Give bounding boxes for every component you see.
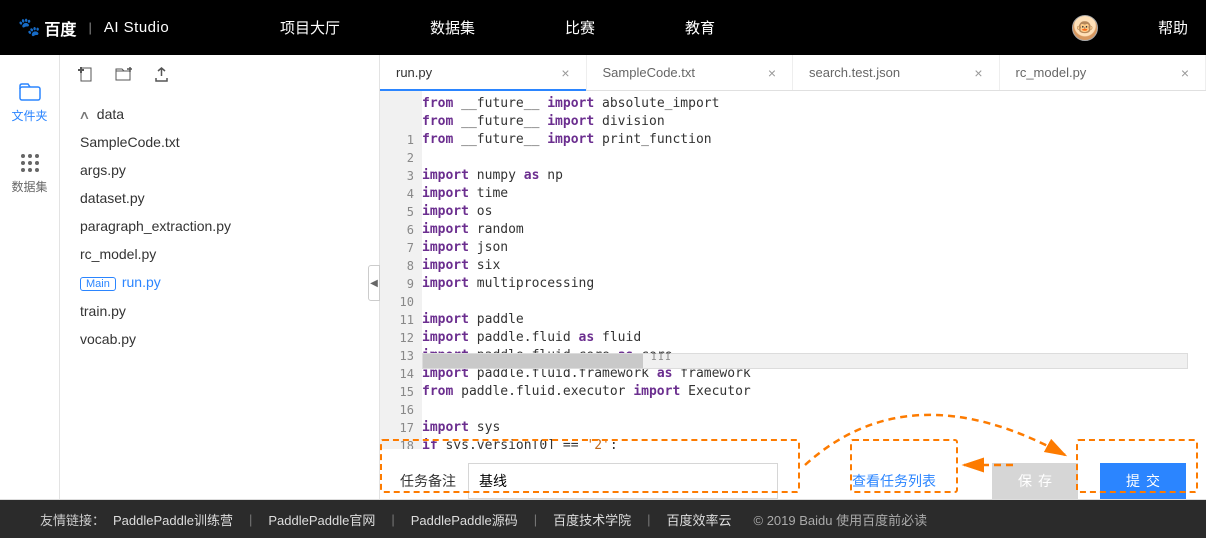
- footer-link[interactable]: 百度效率云: [667, 510, 732, 529]
- footer-link[interactable]: 百度技术学院: [553, 510, 631, 529]
- tree-folder-data[interactable]: data: [60, 100, 379, 128]
- nav-datasets[interactable]: 数据集: [430, 17, 475, 38]
- tab-label: SampleCode.txt: [603, 65, 696, 80]
- help-link[interactable]: 帮助: [1158, 17, 1188, 38]
- tab-search-json[interactable]: search.test.json ×: [793, 55, 1000, 90]
- code-area[interactable]: 123456789101112131415161718192021222324 …: [380, 91, 1206, 449]
- left-rail: 文件夹 数据集: [0, 55, 60, 499]
- editor: run.py × SampleCode.txt × search.test.json…: [380, 55, 1206, 499]
- tree-file[interactable]: args.py: [60, 156, 379, 184]
- folder-icon: [19, 83, 41, 101]
- tree-toolbar: [60, 67, 379, 86]
- tab-samplecode[interactable]: SampleCode.txt ×: [587, 55, 794, 90]
- logo-text: 百度: [44, 16, 76, 40]
- tab-rc-model[interactable]: rc_model.py ×: [1000, 55, 1206, 90]
- footer-copyright: © 2019 Baidu 使用百度前必读: [754, 510, 928, 529]
- nav-competition[interactable]: 比赛: [565, 17, 595, 38]
- rail-datasets-label: 数据集: [11, 180, 47, 194]
- scrollbar-tick: III: [651, 352, 672, 363]
- nav-education[interactable]: 教育: [685, 17, 715, 38]
- top-header: 🐾百度 | AI Studio 项目大厅 数据集 比赛 教育 🐵 帮助: [0, 0, 1206, 55]
- rail-datasets[interactable]: 数据集: [0, 152, 59, 195]
- footer-label: 友情链接：: [40, 510, 105, 529]
- collapse-handle[interactable]: ◀: [368, 265, 380, 301]
- close-icon[interactable]: ×: [561, 65, 569, 81]
- code-lines: from __future__ import absolute_import f…: [422, 95, 1206, 449]
- footer-link[interactable]: PaddlePaddle训练营: [113, 510, 233, 529]
- tree-active-name: run.py: [122, 274, 161, 290]
- rail-files[interactable]: 文件夹: [0, 83, 59, 124]
- tree-file[interactable]: vocab.py: [60, 325, 379, 353]
- scrollbar-thumb[interactable]: [423, 354, 643, 368]
- new-file-icon[interactable]: [78, 67, 93, 86]
- studio-label: AI Studio: [104, 19, 169, 36]
- paw-icon: 🐾: [18, 17, 40, 38]
- tab-run-py[interactable]: run.py ×: [380, 55, 587, 90]
- file-tree: data SampleCode.txt args.py dataset.py p…: [60, 55, 380, 499]
- tab-label: run.py: [396, 65, 432, 80]
- upload-icon[interactable]: [154, 67, 169, 86]
- task-remark-label: 任务备注: [400, 471, 456, 491]
- tree-file-active[interactable]: Main run.py: [60, 268, 379, 297]
- logo-divider: |: [88, 20, 91, 35]
- editor-tabs: run.py × SampleCode.txt × search.test.json…: [380, 55, 1206, 91]
- horizontal-scrollbar[interactable]: III: [422, 353, 1188, 369]
- nav-projects[interactable]: 项目大厅: [280, 17, 340, 38]
- grid-icon: [19, 152, 41, 172]
- tab-label: search.test.json: [809, 65, 900, 80]
- tree-file[interactable]: rc_model.py: [60, 240, 379, 268]
- top-nav: 项目大厅 数据集 比赛 教育: [280, 17, 715, 38]
- tree-file[interactable]: SampleCode.txt: [60, 128, 379, 156]
- footer-link[interactable]: PaddlePaddle源码: [411, 510, 518, 529]
- close-icon[interactable]: ×: [1181, 65, 1189, 81]
- logo-area: 🐾百度 | AI Studio: [18, 16, 169, 40]
- tree-file[interactable]: dataset.py: [60, 184, 379, 212]
- task-remark-input[interactable]: [468, 463, 778, 499]
- tab-label: rc_model.py: [1016, 65, 1087, 80]
- close-icon[interactable]: ×: [974, 65, 982, 81]
- main-tag: Main: [80, 277, 116, 291]
- body: 文件夹 数据集 data SampleCode.txt args.py data…: [0, 55, 1206, 500]
- bottom-bar: 任务备注 查看任务列表 保存 提交: [380, 449, 1206, 499]
- tree-file[interactable]: train.py: [60, 297, 379, 325]
- save-button[interactable]: 保存: [992, 463, 1078, 499]
- baidu-logo: 🐾百度: [18, 16, 76, 40]
- footer-link[interactable]: PaddlePaddle官网: [268, 510, 375, 529]
- view-task-list-link[interactable]: 查看任务列表: [852, 471, 936, 491]
- header-right: 🐵 帮助: [1072, 15, 1188, 41]
- new-folder-icon[interactable]: [115, 67, 132, 86]
- rail-files-label: 文件夹: [11, 109, 47, 123]
- line-gutter: 123456789101112131415161718192021222324: [380, 91, 422, 449]
- avatar[interactable]: 🐵: [1072, 15, 1098, 41]
- close-icon[interactable]: ×: [768, 65, 776, 81]
- footer: 友情链接： PaddlePaddle训练营| PaddlePaddle官网| P…: [0, 500, 1206, 538]
- submit-button[interactable]: 提交: [1100, 463, 1186, 499]
- tree-file[interactable]: paragraph_extraction.py: [60, 212, 379, 240]
